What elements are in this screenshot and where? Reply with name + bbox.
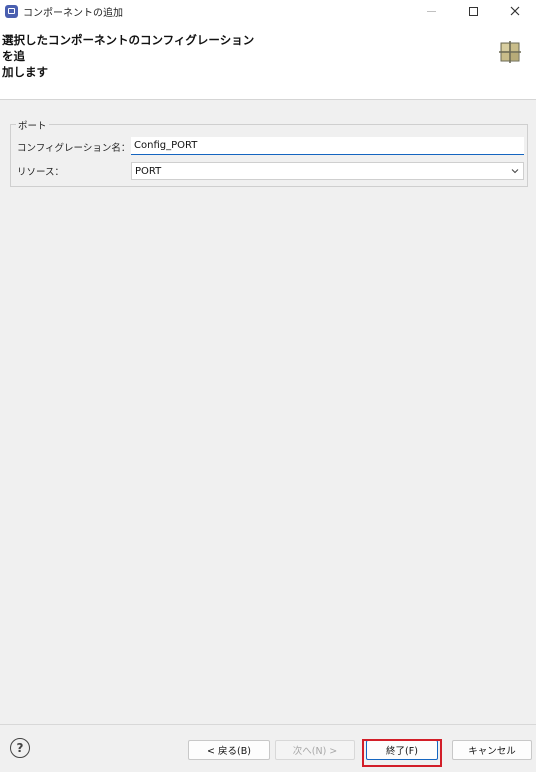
footer-divider (0, 724, 536, 725)
maximize-button[interactable] (452, 0, 494, 22)
help-icon[interactable]: ? (10, 738, 30, 758)
cancel-button[interactable]: キャンセル (452, 740, 532, 760)
minimize-icon (426, 10, 436, 12)
config-name-input[interactable] (131, 137, 524, 155)
resource-select-value: PORT (135, 165, 162, 177)
port-group: ポート コンフィグレーション名： リソース： PORT (10, 118, 528, 187)
page-title-line-2: 加します (2, 65, 48, 79)
title-bar: コンポーネントの追加 (0, 0, 536, 22)
wizard-header: 選択したコンポーネントのコンフィグレーションを追 加します (0, 22, 536, 100)
page-title: 選択したコンポーネントのコンフィグレーションを追 加します (2, 32, 262, 80)
close-button[interactable] (494, 0, 536, 22)
component-grid-icon (499, 41, 521, 63)
close-icon (510, 6, 520, 16)
resource-label: リソース： (17, 167, 65, 178)
app-icon (5, 4, 18, 18)
group-label: ポート (16, 118, 49, 132)
window-controls (410, 0, 536, 22)
page-title-line-1: 選択したコンポーネントのコンフィグレーションを追 (2, 33, 255, 63)
back-button[interactable]: < 戻る(B) (188, 740, 270, 760)
maximize-icon (468, 6, 478, 16)
resource-select[interactable]: PORT (131, 162, 524, 180)
chevron-down-icon (511, 169, 519, 174)
finish-button[interactable]: 終了(F) (366, 740, 438, 760)
next-button[interactable]: 次へ(N) > (275, 740, 355, 760)
window-title: コンポーネントの追加 (23, 7, 123, 19)
config-name-label: コンフィグレーション名： (17, 143, 131, 154)
minimize-button[interactable] (410, 0, 452, 22)
